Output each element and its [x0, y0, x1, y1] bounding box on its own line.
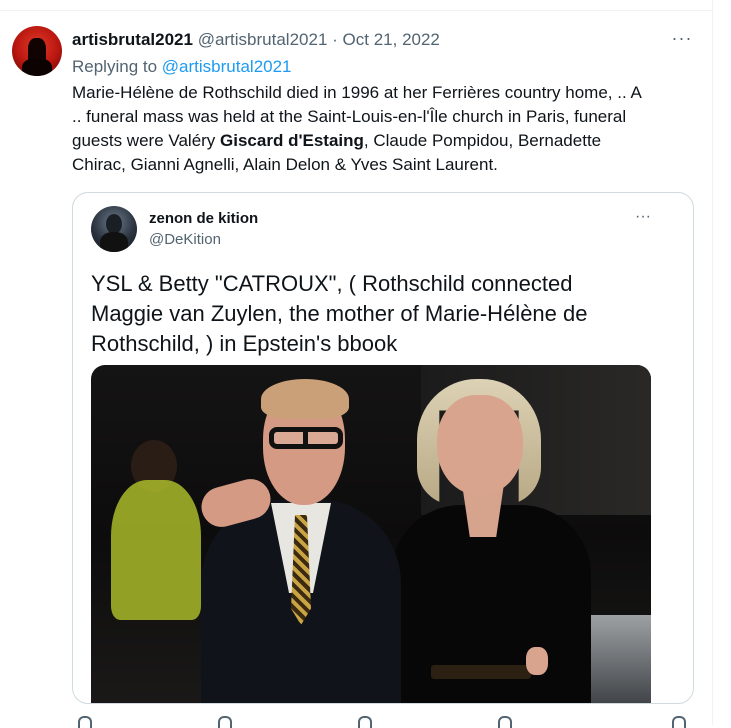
- quoted-more-options-icon[interactable]: ···: [631, 208, 655, 228]
- tweet-text-segment: guests were Valéry: [72, 131, 221, 150]
- tweet-text-line: .. funeral mass was held at the Saint-Lo…: [72, 107, 627, 126]
- tweet-header: artisbrutal2021 @artisbrutal2021 · Oct 2…: [72, 30, 440, 50]
- column-divider: [712, 0, 713, 725]
- author-avatar[interactable]: [12, 26, 62, 76]
- replying-prefix: Replying to: [72, 57, 158, 76]
- quoted-tweet-text: YSL & Betty "CATROUX", ( Rothschild conn…: [91, 269, 681, 359]
- quoted-text-line: Rothschild, ) in Epstein's bbook: [91, 331, 398, 356]
- quoted-text-line: Maggie van Zuylen, the mother of Marie-H…: [91, 301, 588, 326]
- replying-handle-link[interactable]: @artisbrutal2021: [162, 57, 292, 76]
- photo-woman-hand: [526, 647, 548, 675]
- quoted-author-handle[interactable]: @DeKition: [149, 231, 221, 248]
- tweet-text-line: guests were Valéry Giscard d'Estaing, Cl…: [72, 129, 707, 153]
- tweet-top-divider: [0, 10, 712, 11]
- tweet-text-line: Marie-Hélène de Rothschild died in 1996 …: [72, 83, 642, 102]
- share-icon[interactable]: [672, 716, 686, 728]
- tweet-text: Marie-Hélène de Rothschild died in 1996 …: [72, 81, 707, 177]
- quoted-text-line: YSL & Betty "CATROUX", ( Rothschild conn…: [91, 271, 573, 296]
- avatar-figure-head: [106, 214, 122, 234]
- quoted-tweet-photo[interactable]: [91, 365, 651, 703]
- quoted-tweet-card[interactable]: zenon de kition @DeKition ··· YSL & Bett…: [72, 192, 694, 704]
- photo-man-hair: [261, 379, 349, 419]
- avatar-figure-body: [100, 232, 128, 252]
- photo-woman-belt: [431, 665, 531, 679]
- quoted-author-name[interactable]: zenon de kition: [149, 210, 258, 227]
- more-options-icon[interactable]: ···: [670, 28, 694, 50]
- tweet-action-bar: [72, 716, 692, 728]
- author-handle[interactable]: @artisbrutal2021: [198, 30, 328, 49]
- tweet-text-segment: , Claude Pompidou, Bernadette: [363, 131, 602, 150]
- tweet-text-bold: Giscard d'Estaing: [220, 131, 364, 150]
- like-icon[interactable]: [358, 716, 372, 728]
- author-name[interactable]: artisbrutal2021: [72, 30, 193, 49]
- avatar-figure-body: [22, 58, 52, 76]
- reply-icon[interactable]: [78, 716, 92, 728]
- photo-background-person: [111, 480, 201, 620]
- replying-to: Replying to @artisbrutal2021: [72, 57, 292, 77]
- retweet-icon[interactable]: [218, 716, 232, 728]
- tweet-date[interactable]: Oct 21, 2022: [343, 30, 440, 49]
- quoted-author-avatar[interactable]: [91, 206, 137, 252]
- photo-woman-face: [437, 395, 523, 495]
- tweet-text-line: Chirac, Gianni Agnelli, Alain Delon & Yv…: [72, 155, 498, 174]
- views-icon[interactable]: [498, 716, 512, 728]
- header-separator: ·: [332, 30, 338, 49]
- photo-man-glasses-bridge: [303, 427, 308, 449]
